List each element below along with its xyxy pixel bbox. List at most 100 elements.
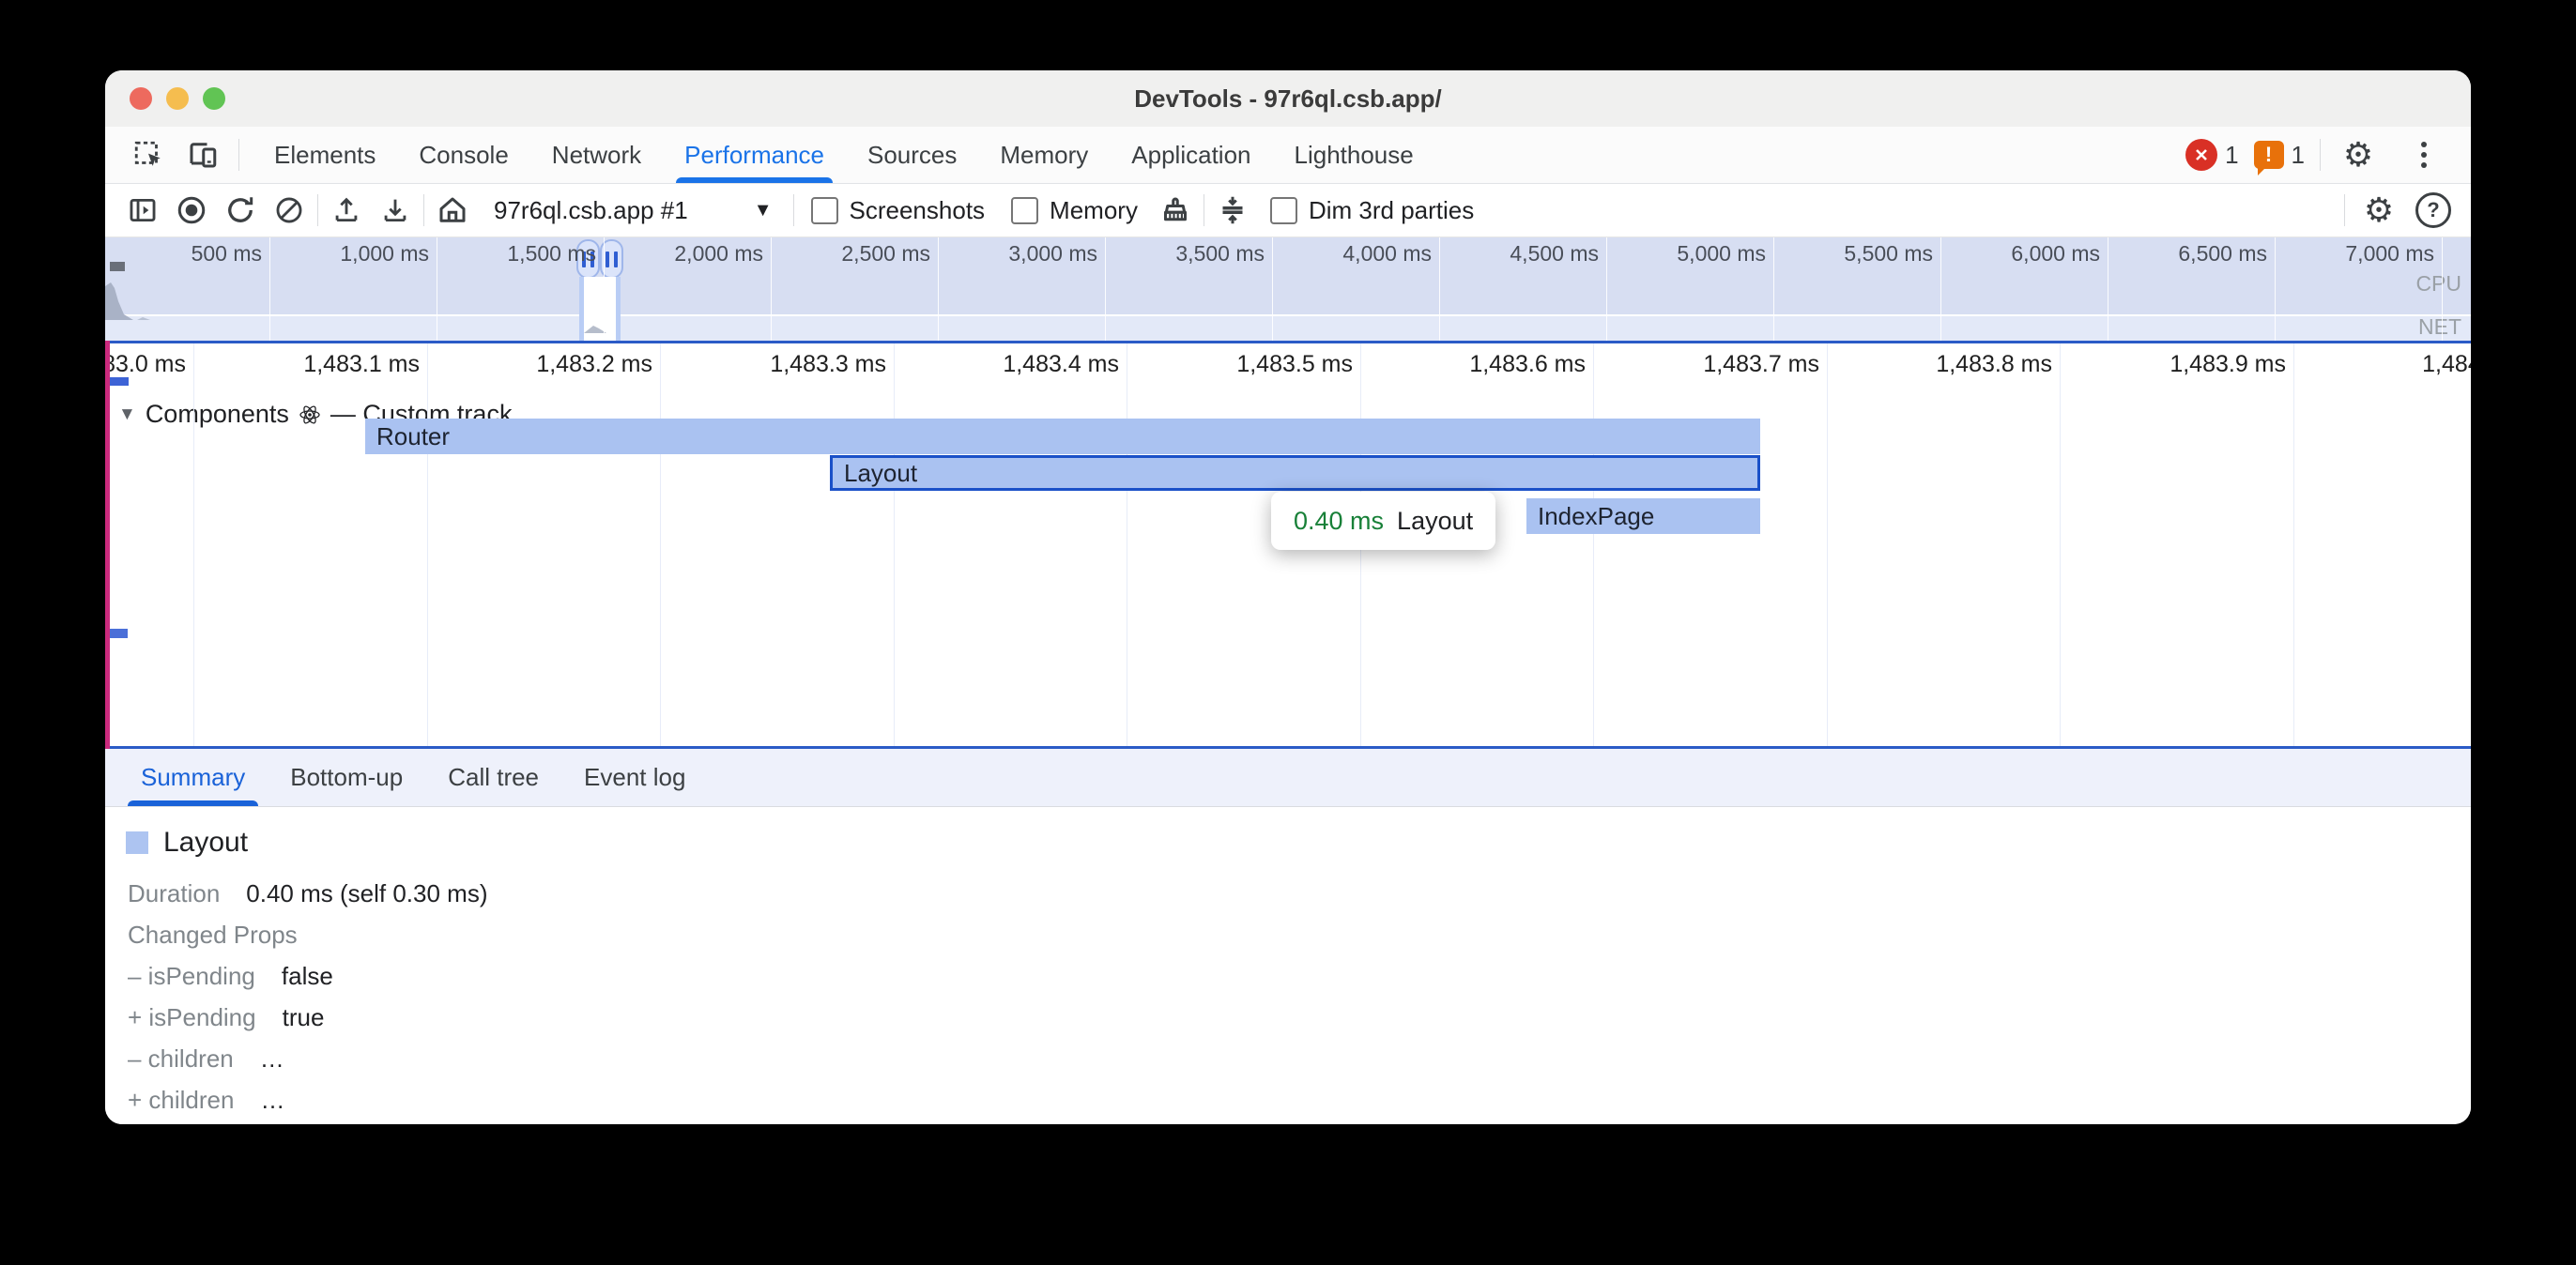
- summary-title: Layout: [163, 827, 248, 859]
- settings-gear-icon[interactable]: ⚙: [2336, 133, 2381, 176]
- inspect-element-icon[interactable]: [126, 133, 171, 176]
- home-icon[interactable]: [432, 190, 473, 231]
- devtools-tabbar: ElementsConsoleNetworkPerformanceSources…: [105, 127, 2471, 184]
- network-request-fragment: [109, 629, 128, 638]
- screenshots-checkbox[interactable]: Screenshots: [802, 196, 995, 225]
- tab-application[interactable]: Application: [1110, 127, 1272, 183]
- overview-gridline: [1606, 237, 1607, 341]
- flame-bar-indexpage[interactable]: IndexPage: [1526, 498, 1760, 534]
- details-tab-call-tree[interactable]: Call tree: [425, 749, 561, 806]
- flame-bar-layout[interactable]: Layout: [830, 455, 1760, 491]
- detail-gridline: [1827, 343, 1828, 746]
- download-profile-icon[interactable]: [375, 190, 416, 231]
- detail-gridline: [1593, 343, 1594, 746]
- net-lane-label: NET: [2418, 314, 2461, 340]
- overview-tick-label: 5,000 ms: [1625, 241, 1766, 267]
- summary-pane: Layout Duration 0.40 ms (self 0.30 ms) Cha…: [105, 808, 2471, 1124]
- overview-gridline: [2442, 237, 2443, 341]
- tab-console[interactable]: Console: [397, 127, 529, 183]
- summary-row-value: 0.40 ms (self 0.30 ms): [246, 879, 487, 908]
- ruler-tick-label: 1,483.0 ms: [105, 351, 186, 378]
- issue-count: 1: [2292, 141, 2305, 170]
- console-errors-button[interactable]: 1: [2185, 139, 2238, 171]
- overview-tick-label: 1,000 ms: [288, 241, 429, 267]
- summary-row: Duration 0.40 ms (self 0.30 ms): [128, 879, 487, 908]
- tab-lighthouse[interactable]: Lighthouse: [1273, 127, 1435, 183]
- dim-3rd-parties-checkbox[interactable]: Dim 3rd parties: [1261, 196, 1483, 225]
- target-page-select[interactable]: 97r6ql.csb.app #1 ▼: [484, 196, 782, 225]
- summary-row-value: false: [282, 962, 333, 991]
- collect-garbage-icon[interactable]: [1155, 190, 1196, 231]
- checkbox-icon: [1011, 197, 1038, 224]
- cpu-lane-label: CPU: [2415, 271, 2461, 297]
- titlebar: DevTools - 97r6ql.csb.app/: [105, 70, 2471, 128]
- error-count: 1: [2225, 141, 2238, 170]
- upload-profile-icon[interactable]: [326, 190, 367, 231]
- overview-tick-label: 2,500 ms: [790, 241, 930, 267]
- summary-row-label: + children: [128, 1086, 234, 1115]
- tab-elements[interactable]: Elements: [253, 127, 397, 183]
- summary-row-value: …: [260, 1044, 284, 1074]
- separator: [793, 194, 794, 226]
- overview-gridline: [1272, 237, 1273, 341]
- clear-icon[interactable]: [268, 190, 310, 231]
- tab-network[interactable]: Network: [530, 127, 663, 183]
- collapse-tracks-icon[interactable]: [1212, 190, 1253, 231]
- close-window-button[interactable]: [130, 87, 152, 110]
- overview-tick-label: 4,000 ms: [1291, 241, 1432, 267]
- summary-row: Changed Props: [128, 921, 298, 950]
- zoom-window-selection[interactable]: [579, 277, 621, 341]
- performance-toolbar: 97r6ql.csb.app #1 ▼ Screenshots Memory: [105, 184, 2471, 237]
- summary-row-label: – isPending: [128, 962, 255, 991]
- device-toolbar-icon[interactable]: [180, 133, 225, 176]
- toggle-sidebar-icon[interactable]: [122, 190, 163, 231]
- separator: [238, 139, 239, 171]
- details-tab-bottom-up[interactable]: Bottom-up: [268, 749, 425, 806]
- overview-divider: [105, 341, 2471, 343]
- memory-label: Memory: [1050, 196, 1138, 225]
- detail-gridline: [2293, 343, 2294, 746]
- tab-sources[interactable]: Sources: [846, 127, 978, 183]
- tooltip-label: Layout: [1397, 507, 1473, 536]
- flame-bar-router[interactable]: Router: [365, 419, 1760, 454]
- help-icon[interactable]: ?: [2413, 190, 2454, 231]
- detail-gridline: [2060, 343, 2061, 746]
- summary-row-label: Duration: [128, 879, 220, 908]
- target-page-label: 97r6ql.csb.app #1: [494, 196, 688, 225]
- details-tab-event-log[interactable]: Event log: [561, 749, 708, 806]
- tab-performance[interactable]: Performance: [663, 127, 846, 183]
- zoom-window-button[interactable]: [203, 87, 225, 110]
- track-edge-marker: [105, 341, 110, 749]
- more-options-icon[interactable]: [2396, 128, 2452, 182]
- tab-memory[interactable]: Memory: [978, 127, 1110, 183]
- traffic-lights: [130, 87, 225, 110]
- detail-gridline: [894, 343, 895, 746]
- ruler-tick-label: 1,483.1 ms: [213, 351, 420, 378]
- capture-settings-gear-icon[interactable]: ⚙: [2358, 190, 2400, 231]
- chevron-down-icon: ▼: [754, 200, 773, 221]
- minimize-window-button[interactable]: [166, 87, 189, 110]
- checkbox-icon: [811, 197, 838, 224]
- track-name: Components: [146, 400, 289, 429]
- ruler-tick-label: 1,483.8 ms: [1846, 351, 2052, 378]
- issues-button[interactable]: ! 1: [2254, 141, 2305, 170]
- record-icon[interactable]: [171, 190, 212, 231]
- ruler-tick-label: 1,483.4 ms: [912, 351, 1119, 378]
- summary-row: – isPending false: [128, 962, 333, 991]
- error-badge-icon: [2185, 139, 2217, 171]
- timeline-overview[interactable]: CPU NET 500 ms1,000 ms1,500 ms2,000 ms2,…: [105, 237, 2471, 341]
- disclosure-triangle-icon[interactable]: ▼: [118, 404, 136, 425]
- overview-tick-label: 4,500 ms: [1458, 241, 1599, 267]
- separator: [2344, 194, 2345, 226]
- overview-tick-label: 3,000 ms: [957, 241, 1097, 267]
- overview-gridline: [1940, 237, 1941, 341]
- details-tab-summary[interactable]: Summary: [118, 749, 268, 806]
- record-and-reload-icon[interactable]: [220, 190, 261, 231]
- summary-row: – children…: [128, 1044, 284, 1074]
- flame-bar-tooltip: 0.40 ms Layout: [1271, 492, 1495, 550]
- summary-row-label: + isPending: [128, 1003, 256, 1032]
- overview-gridline: [938, 237, 939, 341]
- memory-checkbox[interactable]: Memory: [1002, 196, 1147, 225]
- panel-tabs: ElementsConsoleNetworkPerformanceSources…: [253, 127, 1435, 183]
- separator: [2320, 139, 2321, 171]
